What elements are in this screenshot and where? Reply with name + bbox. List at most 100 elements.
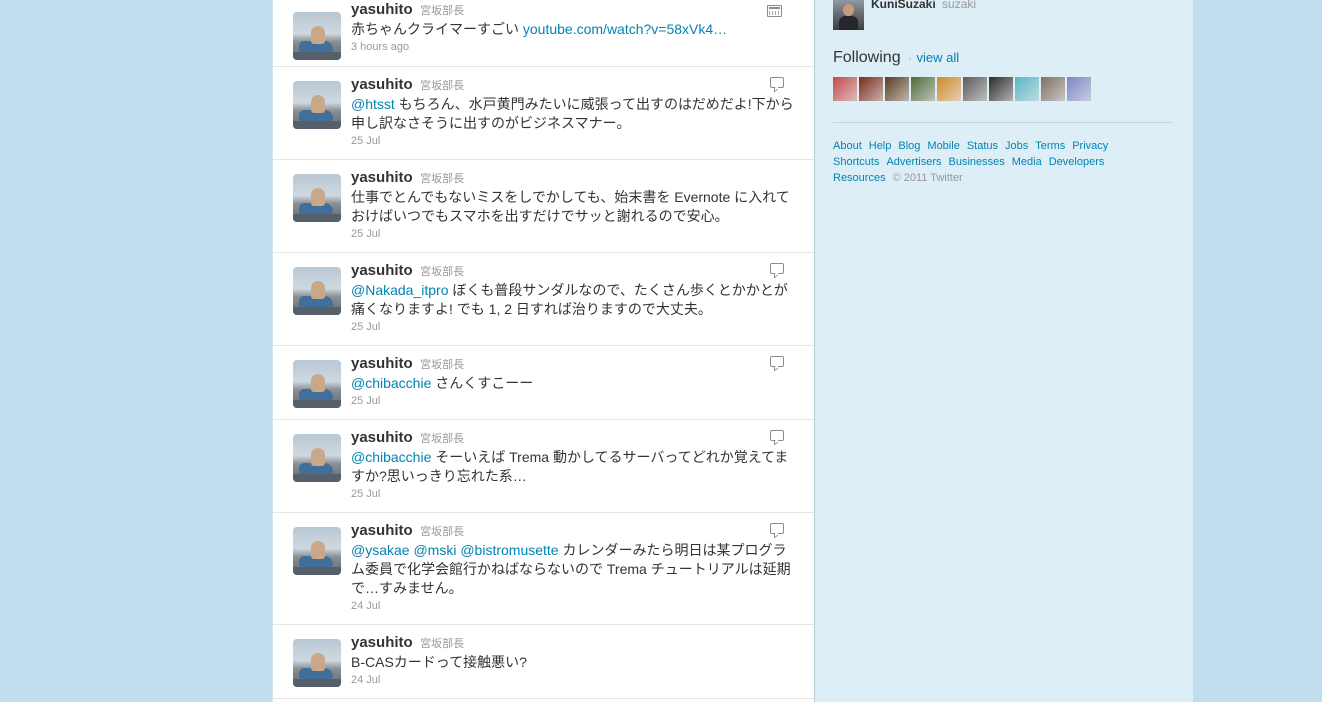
following-avatar[interactable]	[937, 77, 961, 101]
footer-link-jobs[interactable]: Jobs	[1005, 140, 1028, 152]
mention-link[interactable]: @chibacchie	[351, 449, 431, 465]
profile-name[interactable]: KuniSuzaki	[871, 0, 936, 11]
footer-link-blog[interactable]: Blog	[898, 140, 920, 152]
screen-name[interactable]: yasuhito	[351, 262, 413, 279]
screen-name[interactable]: yasuhito	[351, 169, 413, 186]
avatar[interactable]	[293, 639, 341, 687]
screen-name[interactable]: yasuhito	[351, 634, 413, 651]
tweet[interactable]: yasuhito 宮坂部長 @htsst もちろん、水戸黄門みたいに威張って出す…	[273, 67, 814, 160]
footer-link-help[interactable]: Help	[869, 140, 892, 152]
tweet-text: @chibacchie さんくすこーー	[351, 374, 796, 393]
tweet-body: もちろん、水戸黄門みたいに威張って出すのはだめだよ!下から申し訳なさそうに出すの…	[351, 96, 794, 131]
mention-link[interactable]: @ysakae	[351, 542, 410, 558]
tweet-text: B-CASカードって接触悪い?	[351, 654, 527, 670]
following-avatar[interactable]	[859, 77, 883, 101]
dashboard: KuniSuzaki suzaki Following · view all A…	[815, 0, 1193, 702]
tweet[interactable]: yasuhito 宮坂部長 赤ちゃんクライマーすごい youtube.com/w…	[273, 0, 814, 67]
avatar[interactable]	[293, 174, 341, 222]
following-avatar[interactable]	[1015, 77, 1039, 101]
screen-name[interactable]: yasuhito	[351, 522, 413, 539]
timestamp[interactable]: 25 Jul	[351, 487, 796, 501]
avatar[interactable]	[293, 527, 341, 575]
avatar[interactable]	[293, 81, 341, 129]
following-avatar[interactable]	[989, 77, 1013, 101]
media-icon[interactable]	[767, 5, 782, 17]
reply-icon[interactable]	[770, 356, 784, 367]
mention-link[interactable]: @mski	[413, 542, 456, 558]
screen-name[interactable]: yasuhito	[351, 1, 413, 18]
footer-link-privacy[interactable]: Privacy	[1072, 140, 1108, 152]
timestamp[interactable]: 24 Jul	[351, 673, 796, 687]
following-avatar[interactable]	[885, 77, 909, 101]
copyright: © 2011 Twitter	[892, 172, 963, 184]
footer-link-advertisers[interactable]: Advertisers	[886, 156, 941, 168]
divider	[833, 122, 1173, 123]
tweet-text: 赤ちゃんクライマーすごい youtube.com/watch?v=58xVk4…	[351, 20, 796, 39]
timestamp[interactable]: 25 Jul	[351, 320, 796, 334]
tweet[interactable]: yasuhito 宮坂部長 仕事でとんでもないミスをしでかしても、始末書を Ev…	[273, 160, 814, 253]
footer-links: About Help Blog Mobile Status Jobs Terms Privac…	[833, 138, 1153, 186]
tweet-text: @htsst もちろん、水戸黄門みたいに威張って出すのはだめだよ!下から申し訳な…	[351, 95, 796, 133]
full-name: 宮坂部長	[420, 173, 465, 185]
footer-link-terms[interactable]: Terms	[1035, 140, 1065, 152]
mention-link[interactable]: @bistromusette	[460, 542, 558, 558]
following-avatar[interactable]	[963, 77, 987, 101]
avatar[interactable]	[293, 360, 341, 408]
full-name: 宮坂部長	[420, 266, 465, 278]
footer-link-resources[interactable]: Resources	[833, 172, 886, 184]
footer-link-mobile[interactable]: Mobile	[927, 140, 959, 152]
screen-name[interactable]: yasuhito	[351, 76, 413, 93]
tweet-link[interactable]: youtube.com/watch?v=58xVk4…	[523, 21, 727, 37]
timestamp[interactable]: 25 Jul	[351, 394, 796, 408]
footer-link-about[interactable]: About	[833, 140, 862, 152]
following-avatar[interactable]	[911, 77, 935, 101]
full-name: 宮坂部長	[420, 80, 465, 92]
timestamp[interactable]: 25 Jul	[351, 134, 796, 148]
full-name: 宮坂部長	[420, 433, 465, 445]
tweet-text: @chibacchie そーいえば Trema 動かしてるサーバってどれか覚えて…	[351, 448, 796, 486]
avatar[interactable]	[293, 267, 341, 315]
full-name: 宮坂部長	[420, 638, 465, 650]
mention-link[interactable]: @htsst	[351, 96, 395, 112]
mention-link[interactable]: @chibacchie	[351, 375, 431, 391]
tweet[interactable]: yasuhito 宮坂部長 @chibacchie さんくすこーー 25 Jul	[273, 346, 814, 420]
tweet[interactable]: yasuhito 宮坂部長 @ysakae @mski @bistromuset…	[273, 513, 814, 625]
reply-icon[interactable]	[770, 430, 784, 441]
avatar[interactable]	[293, 12, 341, 60]
following-avatar[interactable]	[833, 77, 857, 101]
avatar[interactable]	[293, 434, 341, 482]
view-all-link[interactable]: view all	[917, 50, 960, 65]
full-name: 宮坂部長	[420, 5, 465, 17]
screen-name[interactable]: yasuhito	[351, 355, 413, 372]
tweet-text: @ysakae @mski @bistromusette カレンダーみたら明日は…	[351, 541, 796, 598]
mention-link[interactable]: @Nakada_itpro	[351, 282, 449, 298]
footer-link-media[interactable]: Media	[1012, 156, 1042, 168]
timestamp[interactable]: 24 Jul	[351, 599, 796, 613]
tweet[interactable]: yasuhito 宮坂部長 @chibacchie そーいえば Trema 動か…	[273, 420, 814, 513]
timeline: yasuhito 宮坂部長 赤ちゃんクライマーすごい youtube.com/w…	[272, 0, 815, 702]
footer-link-developers[interactable]: Developers	[1049, 156, 1105, 168]
following-avatar[interactable]	[1041, 77, 1065, 101]
footer-link-shortcuts[interactable]: Shortcuts	[833, 156, 879, 168]
timestamp[interactable]: 25 Jul	[351, 227, 796, 241]
reply-icon[interactable]	[770, 77, 784, 88]
following-avatar[interactable]	[1067, 77, 1091, 101]
tweet-text: @Nakada_itpro ぼくも普段サンダルなので、たくさん歩くとかかとが痛く…	[351, 281, 796, 319]
screen-name[interactable]: yasuhito	[351, 429, 413, 446]
following-title: Following	[833, 49, 901, 66]
reply-icon[interactable]	[770, 263, 784, 274]
tweet-body: 赤ちゃんクライマーすごい	[351, 21, 519, 37]
footer-link-businesses[interactable]: Businesses	[949, 156, 1005, 168]
footer-link-status[interactable]: Status	[967, 140, 998, 152]
full-name: 宮坂部長	[420, 359, 465, 371]
full-name: 宮坂部長	[420, 526, 465, 538]
separator: ·	[908, 51, 913, 65]
reply-icon[interactable]	[770, 523, 784, 534]
tweet[interactable]: yasuhito 宮坂部長 B-CASカードって接触悪い? 24 Jul	[273, 625, 814, 699]
tweet-body: さんくすこーー	[435, 375, 534, 391]
tweet[interactable]: yasuhito 宮坂部長 @Nakada_itpro ぼくも普段サンダルなので…	[273, 253, 814, 346]
tweet-text: 仕事でとんでもないミスをしでかしても、始末書を Evernote に入れておけば…	[351, 189, 790, 224]
timestamp[interactable]: 3 hours ago	[351, 40, 796, 54]
profile-avatar[interactable]	[833, 0, 864, 30]
profile-handle[interactable]: suzaki	[942, 0, 976, 11]
